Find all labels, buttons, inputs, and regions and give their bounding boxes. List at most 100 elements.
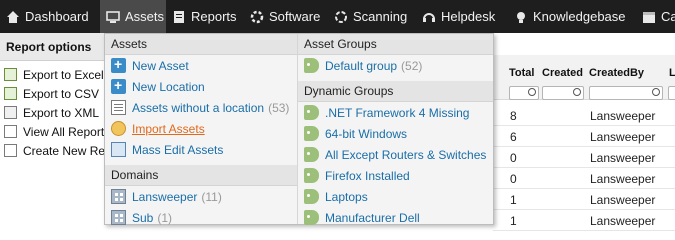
nav-knowledgebase[interactable]: Knowledgebase <box>508 0 636 33</box>
search-icon <box>652 88 660 96</box>
nav-software[interactable]: Software <box>244 0 328 33</box>
nav-scanning[interactable]: Scanning <box>328 0 416 33</box>
filter-l-input[interactable] <box>668 86 675 100</box>
tag-icon <box>304 105 319 120</box>
nav-helpdesk[interactable]: Helpdesk <box>416 0 508 33</box>
menu-item-label: All Except Routers & Switches <box>325 147 487 162</box>
nav-label: Ca <box>661 9 675 24</box>
nav-label: Scanning <box>353 9 408 24</box>
excel-icon <box>4 68 17 81</box>
total-cell: 6 <box>510 130 517 144</box>
nav-label: Helpdesk <box>441 9 496 24</box>
createdby-cell: Lansweeper <box>590 214 656 228</box>
nav-dashboard[interactable]: Dashboard <box>0 0 100 33</box>
createdby-cell: Lansweeper <box>590 193 656 207</box>
menu-item-count: (1) <box>157 210 173 225</box>
calendar-icon <box>642 10 656 24</box>
list-icon <box>111 100 126 115</box>
report-table: Total Created CreatedBy L 8 Lansweeper 6… <box>493 33 675 231</box>
table-row: 0 Lansweeper <box>493 168 675 189</box>
menu-item-label: Laptops <box>325 189 368 204</box>
domain-icon <box>111 210 126 225</box>
export-excel-link[interactable]: Export to Excel <box>0 65 110 84</box>
nav-calendar[interactable]: Ca <box>636 0 675 33</box>
column-header-l[interactable]: L <box>669 67 675 79</box>
menu-default-group[interactable]: Default group (52) <box>298 55 493 76</box>
total-cell: 8 <box>510 109 517 123</box>
export-csv-link[interactable]: Export to CSV <box>0 84 110 103</box>
table-row: 1 Lansweeper <box>493 189 675 210</box>
left-item-label: Export to Excel <box>23 67 104 82</box>
bulb-icon <box>514 10 528 24</box>
total-cell: 1 <box>510 193 517 207</box>
menu-dyn-firefox-installed[interactable]: Firefox Installed <box>298 165 493 186</box>
import-icon <box>111 121 126 136</box>
menu-dyn-64bit-windows[interactable]: 64-bit Windows <box>298 123 493 144</box>
menu-new-location[interactable]: New Location <box>105 76 297 97</box>
menu-item-label: Firefox Installed <box>325 168 410 183</box>
menu-item-label: Sub <box>132 210 154 225</box>
tag-icon <box>304 58 319 73</box>
menu-domain-sub[interactable]: Sub (1) <box>105 207 297 228</box>
export-xml-link[interactable]: Export to XML <box>0 103 110 122</box>
filter-created-input[interactable] <box>542 86 584 100</box>
filter-createdby-input[interactable] <box>589 86 663 100</box>
asset-groups-section-header: Asset Groups <box>298 34 493 55</box>
nav-reports[interactable]: Reports <box>166 0 244 33</box>
dropdown-right-column: Asset Groups Default group (52) Dynamic … <box>297 34 493 225</box>
menu-item-count: (11) <box>201 189 222 204</box>
top-nav: Dashboard Assets Reports Software Scanni… <box>0 0 675 33</box>
menu-dyn-all-except-routers[interactable]: All Except Routers & Switches <box>298 144 493 165</box>
nav-label: Reports <box>191 9 237 24</box>
domains-section-header: Domains <box>105 165 297 186</box>
menu-item-label: Default group <box>325 58 398 73</box>
column-header-total[interactable]: Total <box>509 67 534 79</box>
left-item-label: Export to XML <box>23 105 100 120</box>
menu-item-label: 64-bit Windows <box>325 126 408 141</box>
column-header-createdby[interactable]: CreatedBy <box>589 67 644 79</box>
menu-item-label: Import Assets <box>132 121 205 136</box>
edit-icon <box>111 142 126 157</box>
menu-item-label: Assets without a location <box>132 100 265 115</box>
menu-item-label: .NET Framework 4 Missing <box>325 105 470 120</box>
menu-item-count: (52) <box>401 58 423 73</box>
plus-icon <box>111 56 126 73</box>
left-item-label: Export to CSV <box>23 86 100 101</box>
total-cell: 0 <box>510 172 517 186</box>
nav-assets[interactable]: Assets <box>100 0 166 33</box>
menu-item-label: Mass Edit Assets <box>132 142 224 157</box>
home-icon <box>6 10 20 24</box>
menu-mass-edit-assets[interactable]: Mass Edit Assets <box>105 139 297 160</box>
menu-dyn-laptops[interactable]: Laptops <box>298 186 493 207</box>
menu-item-label: Lansweeper <box>132 189 198 204</box>
filter-total-input[interactable] <box>509 86 539 100</box>
report-icon <box>172 10 186 24</box>
createdby-cell: Lansweeper <box>590 109 656 123</box>
menu-assets-without-location[interactable]: Assets without a location (53) <box>105 97 297 118</box>
view-all-reports-link[interactable]: View All Reports <box>0 122 110 141</box>
tag-icon <box>304 126 319 141</box>
tag-icon <box>304 147 319 162</box>
monitor-icon <box>106 10 120 24</box>
create-new-report-link[interactable]: Create New Report <box>0 141 126 160</box>
tag-icon <box>304 168 319 183</box>
menu-import-assets[interactable]: Import Assets <box>105 118 297 139</box>
menu-dyn-net-framework[interactable]: .NET Framework 4 Missing <box>298 102 493 123</box>
left-item-label: View All Reports <box>23 124 111 139</box>
search-icon <box>528 88 536 96</box>
menu-item-label: New Location <box>132 79 205 94</box>
createdby-cell: Lansweeper <box>590 151 656 165</box>
new-report-icon <box>4 144 17 157</box>
table-row: 6 Lansweeper <box>493 126 675 147</box>
menu-dyn-manufacturer-dell[interactable]: Manufacturer Dell <box>298 207 493 228</box>
menu-new-asset[interactable]: New Asset <box>105 55 297 76</box>
column-header-created[interactable]: Created <box>542 67 583 79</box>
assets-section-header: Assets <box>105 34 297 55</box>
software-icon <box>250 10 264 24</box>
menu-item-label: New Asset <box>132 58 189 73</box>
createdby-cell: Lansweeper <box>590 172 656 186</box>
csv-icon <box>4 87 17 100</box>
menu-domain-lansweeper[interactable]: Lansweeper (11) <box>105 186 297 207</box>
nav-label: Assets <box>125 9 165 24</box>
total-cell: 1 <box>510 214 517 228</box>
